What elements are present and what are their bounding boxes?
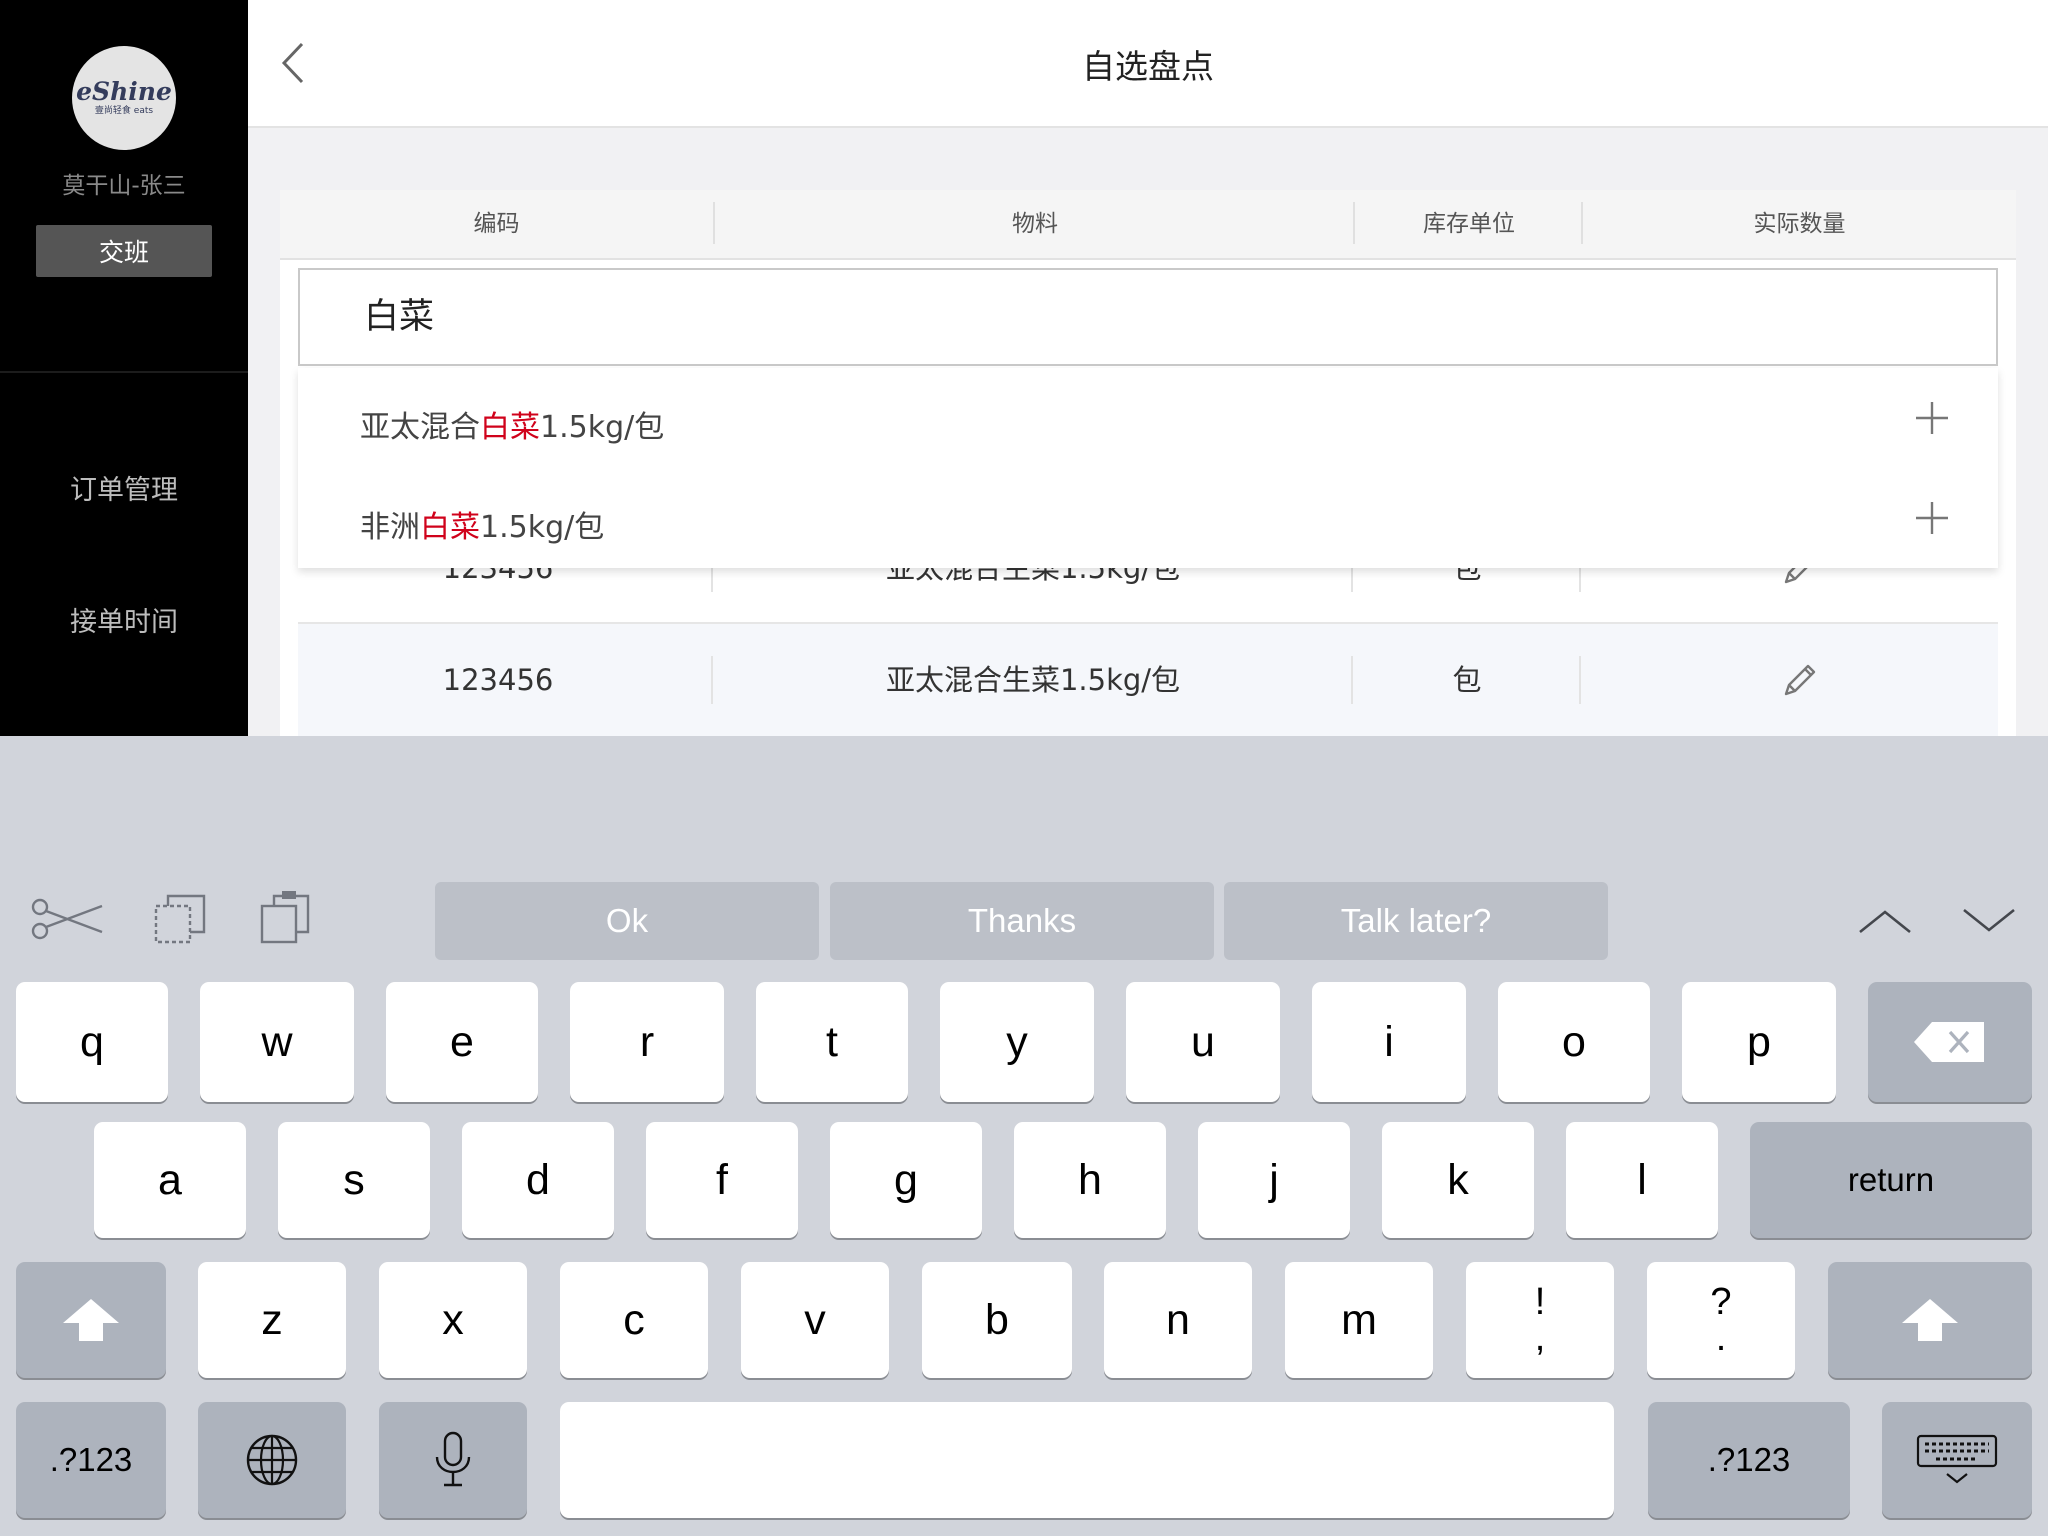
key-s[interactable]: s: [278, 1122, 430, 1238]
suggestion-suffix: 1.5kg/包: [540, 410, 665, 445]
search-input-value: 白菜: [364, 297, 435, 337]
copy-icon[interactable]: [152, 892, 208, 946]
suggestion-prefix: 亚太混合: [360, 410, 480, 445]
globe-icon: [246, 1434, 298, 1486]
key-v[interactable]: v: [741, 1262, 889, 1378]
key-h[interactable]: h: [1014, 1122, 1166, 1238]
user-name: 莫干山-张三: [62, 173, 186, 199]
key-exclaim-comma[interactable]: ! ,: [1466, 1262, 1614, 1378]
prediction-talk-later[interactable]: Talk later?: [1224, 882, 1608, 960]
key-a[interactable]: a: [94, 1122, 246, 1238]
material-search-input[interactable]: 白菜: [298, 268, 1998, 366]
suggestion-item[interactable]: 非洲白菜1.5kg/包: [360, 502, 604, 546]
numbers-key-right[interactable]: .?123: [1648, 1402, 1850, 1518]
space-key[interactable]: [560, 1402, 1614, 1518]
key-c[interactable]: c: [560, 1262, 708, 1378]
sidebar: eShine 壹尚轻食 eats 莫干山-张三 交班 订单管理 接单时间: [0, 0, 248, 736]
backspace-icon: [1914, 1022, 1984, 1062]
microphone-icon: [435, 1431, 471, 1487]
on-screen-keyboard: Ok Thanks Talk later? q w e r t y u i o …: [0, 736, 2048, 1536]
suggestion-dropdown: 亚太混合白菜1.5kg/包 非洲白菜1.5kg/包: [298, 368, 1998, 568]
shift-handover-button[interactable]: 交班: [36, 225, 212, 277]
add-plus-icon[interactable]: [1912, 398, 1952, 438]
key-q[interactable]: q: [16, 982, 168, 1102]
top-bar: 自选盘点: [248, 0, 2048, 128]
brand-logo: eShine 壹尚轻食 eats: [72, 46, 176, 150]
key-u[interactable]: u: [1126, 982, 1280, 1102]
column-header-unit: 库存单位: [1423, 211, 1515, 237]
key-b[interactable]: b: [922, 1262, 1072, 1378]
prediction-ok[interactable]: Ok: [435, 882, 819, 960]
suggestion-prefix: 非洲: [360, 510, 420, 545]
numbers-key-left[interactable]: .?123: [16, 1402, 166, 1518]
suggestion-item[interactable]: 亚太混合白菜1.5kg/包: [360, 402, 664, 446]
key-t[interactable]: t: [756, 982, 908, 1102]
cell-unit: 包: [1452, 663, 1482, 697]
key-j[interactable]: j: [1198, 1122, 1350, 1238]
numbers-key-label: .?123: [49, 1441, 133, 1478]
sidebar-item-order-time[interactable]: 接单时间: [0, 600, 248, 639]
key-d[interactable]: d: [462, 1122, 614, 1238]
table-header: 编码 物料 库存单位 实际数量: [280, 190, 2016, 260]
add-plus-icon[interactable]: [1912, 498, 1952, 538]
shift-key-left[interactable]: [16, 1262, 166, 1378]
edit-pencil-icon[interactable]: [1780, 660, 1820, 700]
cell-code: 123456: [442, 663, 554, 697]
key-top-char: ?: [1710, 1281, 1732, 1323]
logo-text: eShine: [76, 77, 172, 106]
key-g[interactable]: g: [830, 1122, 982, 1238]
table-row[interactable]: 123456 亚太混合生菜1.5kg/包 包: [298, 624, 1998, 736]
suggestion-match: 白菜: [480, 410, 540, 445]
key-f[interactable]: f: [646, 1122, 798, 1238]
paste-icon[interactable]: [258, 888, 314, 946]
key-n[interactable]: n: [1104, 1262, 1252, 1378]
cell-divider: [1579, 656, 1581, 704]
key-z[interactable]: z: [198, 1262, 346, 1378]
shift-icon: [63, 1299, 119, 1341]
keyboard-dismiss-key[interactable]: [1882, 1402, 2032, 1518]
key-o[interactable]: o: [1498, 982, 1650, 1102]
return-key[interactable]: return: [1750, 1122, 2032, 1238]
key-bottom-char: .: [1715, 1317, 1727, 1359]
suggestion-suffix: 1.5kg/包: [480, 510, 605, 545]
return-key-label: return: [1847, 1161, 1935, 1198]
dictation-key[interactable]: [379, 1402, 527, 1518]
key-question-period[interactable]: ? .: [1647, 1262, 1795, 1378]
key-top-char: !: [1534, 1281, 1546, 1323]
shift-key-right[interactable]: [1828, 1262, 2032, 1378]
backspace-key[interactable]: [1868, 982, 2032, 1102]
key-k[interactable]: k: [1382, 1122, 1534, 1238]
suggestion-match: 白菜: [420, 510, 480, 545]
page-title: 自选盘点: [1082, 47, 1214, 86]
column-header-material: 物料: [1012, 211, 1058, 237]
key-bottom-char: ,: [1534, 1317, 1546, 1359]
sidebar-item-order-management[interactable]: 订单管理: [0, 468, 248, 507]
keyboard-dismiss-icon: [1916, 1434, 1998, 1484]
key-l[interactable]: l: [1566, 1122, 1718, 1238]
key-r[interactable]: r: [570, 982, 724, 1102]
key-i[interactable]: i: [1312, 982, 1466, 1102]
numbers-key-label: .?123: [1707, 1441, 1791, 1478]
column-header-code: 编码: [473, 211, 520, 237]
key-x[interactable]: x: [379, 1262, 527, 1378]
logo-subtext: 壹尚轻食 eats: [94, 106, 154, 116]
globe-key[interactable]: [198, 1402, 346, 1518]
key-e[interactable]: e: [386, 982, 538, 1102]
chevron-down-icon[interactable]: [1962, 906, 2016, 936]
column-header-quantity: 实际数量: [1753, 211, 1846, 237]
chevron-up-icon[interactable]: [1858, 906, 1912, 936]
prediction-thanks[interactable]: Thanks: [830, 882, 1214, 960]
key-p[interactable]: p: [1682, 982, 1836, 1102]
key-y[interactable]: y: [940, 982, 1094, 1102]
shift-icon: [1902, 1299, 1958, 1341]
sidebar-divider: [0, 371, 248, 373]
key-m[interactable]: m: [1285, 1262, 1433, 1378]
cell-material: 亚太混合生菜1.5kg/包: [885, 663, 1181, 697]
scissors-icon[interactable]: [28, 894, 106, 944]
key-w[interactable]: w: [200, 982, 354, 1102]
